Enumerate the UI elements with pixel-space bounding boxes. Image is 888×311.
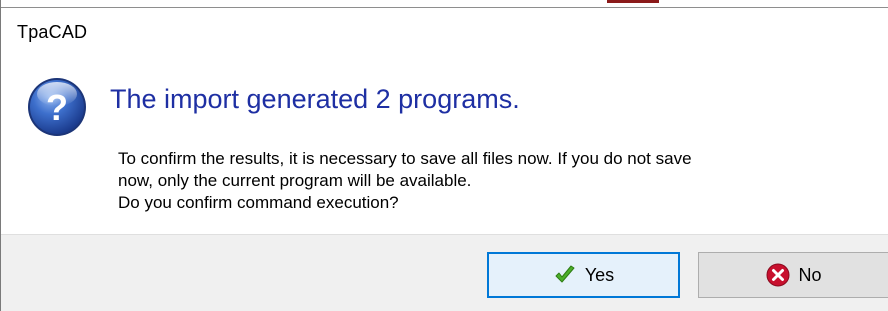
dialog-title: TpaCAD [17,22,88,42]
checkmark-icon [553,263,577,287]
background-window-edge [607,0,659,3]
main-instruction: The import generated 2 programs. [110,84,520,114]
error-x-icon [766,263,790,287]
yes-button[interactable]: Yes [487,252,680,298]
message-dialog: TpaCAD ? The import generated 2 programs… [0,0,888,311]
message-content: To confirm the results, it is necessary … [118,149,692,212]
svg-text:?: ? [46,87,68,128]
no-button-label: No [798,264,822,285]
yes-button-label: Yes [584,264,615,285]
question-icon: ? [26,76,88,138]
window-top-border [1,0,888,8]
no-button[interactable]: No [698,252,888,298]
